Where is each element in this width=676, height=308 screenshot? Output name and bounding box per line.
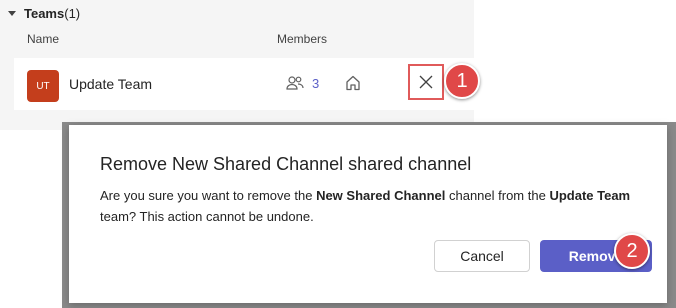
caret-down-icon[interactable] (8, 11, 16, 16)
dialog-title: Remove New Shared Channel shared channel (100, 154, 472, 174)
remove-channel-dialog: Remove New Shared Channel shared channel… (69, 125, 667, 303)
teams-section-header[interactable]: Teams (1) (8, 6, 80, 21)
people-icon (286, 76, 304, 90)
channel-name: New Shared Channel (316, 188, 446, 203)
column-header-members: Members (277, 32, 328, 46)
member-count: 3 (312, 75, 320, 91)
close-icon (419, 75, 433, 89)
teams-count: (1) (64, 6, 81, 21)
dialog-message-text: Are you sure you want to remove the (100, 188, 317, 203)
team-row[interactable]: UT Update Team 3 (14, 58, 474, 110)
teams-title: Teams (24, 6, 65, 21)
dialog-message-text: team? This action cannot be undone. (100, 209, 314, 224)
team-members[interactable]: 3 (286, 75, 319, 91)
teams-panel: Teams (1) Name Members UT Update Team 3 (0, 0, 474, 130)
team-name-bold: Update Team (549, 188, 631, 203)
callout-step-2: 2 (614, 233, 650, 269)
team-avatar: UT (27, 70, 59, 102)
home-icon[interactable] (344, 74, 362, 92)
dialog-message: Are you sure you want to remove the New … (100, 185, 640, 227)
column-header-name: Name (27, 32, 60, 46)
team-name: Update Team (69, 76, 153, 92)
remove-channel-button[interactable] (408, 64, 444, 100)
dialog-message-text: channel from the (445, 188, 550, 203)
callout-step-1: 1 (444, 63, 480, 99)
cancel-button[interactable]: Cancel (434, 240, 530, 272)
